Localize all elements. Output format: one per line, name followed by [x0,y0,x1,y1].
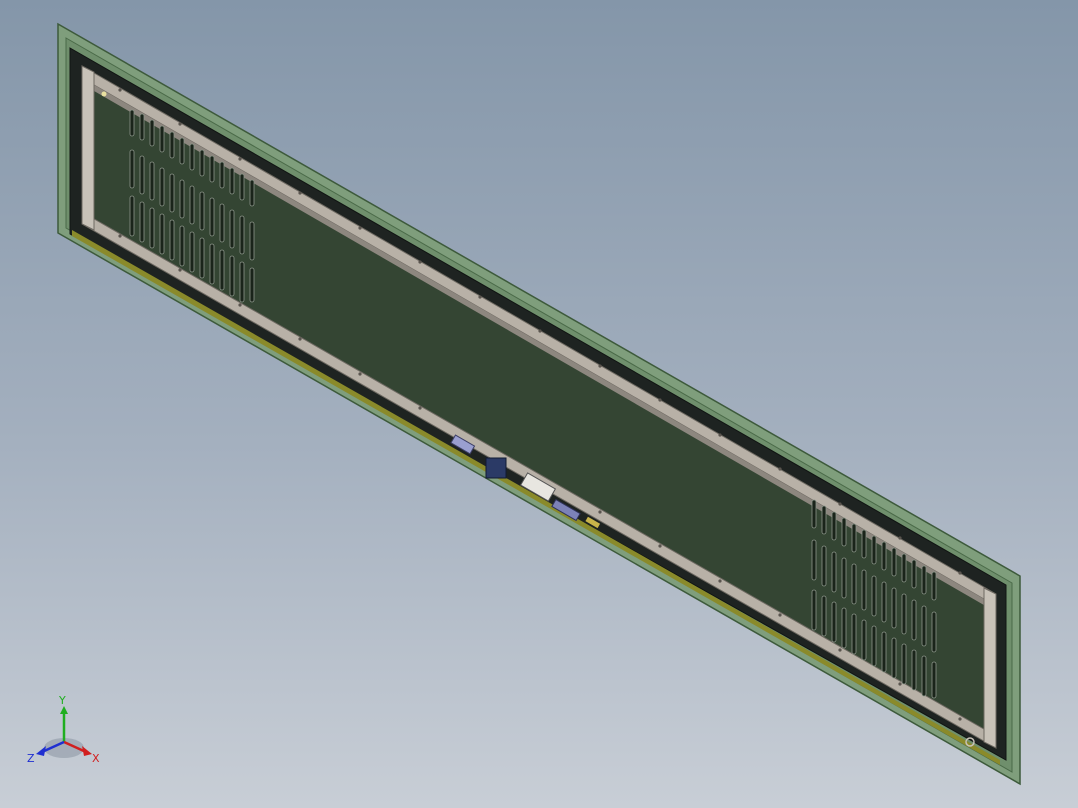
top-rail-face [82,78,996,612]
y-axis-label: Y [58,694,66,707]
corner-pin [101,91,107,97]
z-axis-arrow [36,746,46,756]
inner-panel [81,65,997,749]
x-axis-arrow [82,746,92,756]
top-rail [81,65,997,607]
left-post [81,65,95,231]
orientation-triad[interactable]: Y X Z [22,692,108,772]
graphics-viewport[interactable]: Y X Z [0,0,1078,808]
right-post [983,587,997,749]
cad-model-panel-assembly[interactable] [0,0,1078,808]
z-axis-label: Z [27,752,35,765]
x-axis-label: X [92,752,100,765]
y-axis-arrow [60,706,68,714]
